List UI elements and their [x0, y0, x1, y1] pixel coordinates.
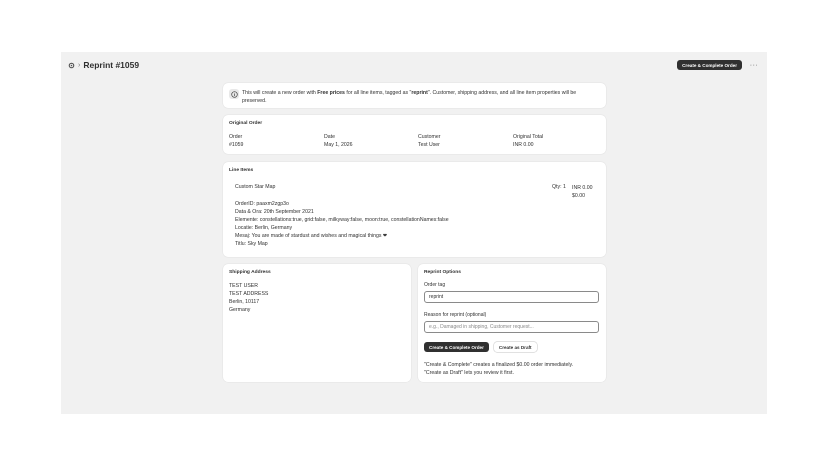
customer-field: Customer Test User	[418, 134, 441, 148]
property-line: Elemente: constellations:true, grid:fals…	[235, 217, 449, 223]
order-date-field: Date May 1, 2026	[324, 134, 353, 148]
property-line: Titlu: Sky Map	[235, 241, 268, 247]
more-actions-icon[interactable]: ···	[747, 62, 761, 69]
line-items-card: Line Items Custom Star Map Qty: 1 INR 0.…	[223, 162, 606, 257]
shipping-address-card: Shipping Address TEST USER TEST ADDRESS …	[223, 264, 411, 382]
order-tag-input[interactable]: reprint	[424, 291, 599, 303]
reason-label: Reason for reprint (optional)	[424, 312, 487, 318]
reprint-options-card: Reprint Options Order tag reprint Reason…	[418, 264, 606, 382]
reprint-options-title: Reprint Options	[424, 270, 461, 275]
page-frame: › Reprint #1059 Create & Complete Order …	[61, 52, 767, 414]
order-tag-label: Order tag	[424, 282, 446, 288]
property-line: Locatie: Berlin, Germany	[235, 225, 293, 231]
original-total-field: Original Total INR 0.00	[513, 134, 544, 148]
info-icon	[229, 89, 239, 99]
gear-icon[interactable]	[67, 61, 75, 69]
line-item-qty: Qty: 1	[552, 184, 566, 190]
create-draft-button[interactable]: Create as Draft	[493, 342, 537, 352]
property-line: OrderID: paaxm2zgp3o	[235, 201, 289, 207]
reprint-help-text: "Create & Complete" creates a finalized …	[424, 362, 574, 376]
reprint-action-buttons: Create & Complete Order Create as Draft	[424, 342, 537, 352]
property-line: Mesaj: You are made of stardust and wish…	[235, 233, 388, 239]
reason-input[interactable]: e.g., Damaged in shipping, Customer requ…	[424, 321, 599, 333]
banner-text: This will create a new order with Free p…	[242, 89, 577, 104]
line-item-name: Custom Star Map	[235, 184, 276, 190]
create-complete-order-button[interactable]: Create & Complete Order	[677, 60, 742, 70]
original-order-card: Original Order Order #1059 Date May 1, 2…	[223, 115, 606, 154]
property-line: Data & Ora: 20th September 2021	[235, 209, 314, 215]
create-complete-button[interactable]: Create & Complete Order	[424, 342, 489, 352]
line-items-title: Line Items	[229, 168, 254, 173]
info-banner: This will create a new order with Free p…	[223, 83, 606, 108]
line-item-properties: OrderID: paaxm2zgp3o Data & Ora: 20th Se…	[235, 200, 449, 248]
chevron-right-icon: ›	[78, 61, 81, 69]
page-title: Reprint #1059	[83, 60, 140, 70]
order-number-field: Order #1059	[229, 134, 244, 148]
shipping-address-title: Shipping Address	[229, 270, 271, 275]
original-order-title: Original Order	[229, 121, 263, 126]
shipping-address-lines: TEST USER TEST ADDRESS Berlin, 10117 Ger…	[229, 283, 269, 313]
page-header: › Reprint #1059 Create & Complete Order …	[67, 58, 761, 72]
line-item-price: INR 0.00 $0.00	[572, 185, 593, 199]
